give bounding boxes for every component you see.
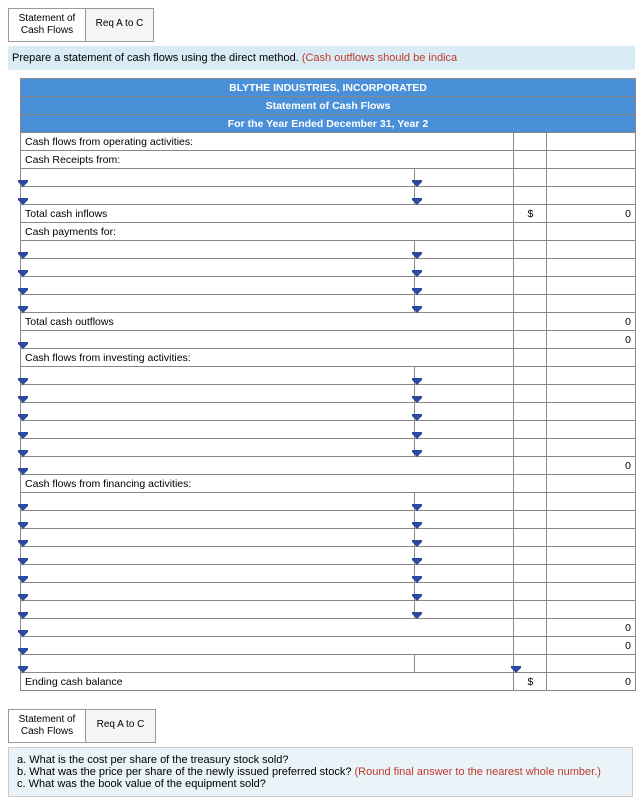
receipt-line-2[interactable] bbox=[21, 187, 415, 205]
invest-amt-2[interactable] bbox=[414, 385, 514, 403]
receipt-line-1[interactable] bbox=[21, 169, 415, 187]
ending-cash-label: Ending cash balance bbox=[21, 673, 514, 691]
payment-amt-4[interactable] bbox=[414, 295, 514, 313]
questions-box: a. What is the cost per share of the tre… bbox=[8, 747, 633, 797]
payment-amt-3[interactable] bbox=[414, 277, 514, 295]
receipt-amt-2[interactable] bbox=[414, 187, 514, 205]
invest-line-4[interactable] bbox=[21, 421, 415, 439]
fin-amt-2[interactable] bbox=[414, 511, 514, 529]
fin-line-5[interactable] bbox=[21, 565, 415, 583]
payment-line-4[interactable] bbox=[21, 295, 415, 313]
total-cash-outflows-label: Total cash outflows bbox=[21, 313, 514, 331]
period-header: For the Year Ended December 31, Year 2 bbox=[21, 115, 636, 133]
fin-amt-3[interactable] bbox=[414, 529, 514, 547]
dollar-sym-2: $ bbox=[514, 673, 547, 691]
dropdown-icon bbox=[18, 200, 28, 205]
fin-line-4[interactable] bbox=[21, 547, 415, 565]
fin-amt-5[interactable] bbox=[414, 565, 514, 583]
title-header: Statement of Cash Flows bbox=[21, 97, 636, 115]
invest-amt-3[interactable] bbox=[414, 403, 514, 421]
fin-amt-4[interactable] bbox=[414, 547, 514, 565]
question-a: a. What is the cost per share of the tre… bbox=[17, 754, 624, 766]
payment-line-2[interactable] bbox=[21, 259, 415, 277]
bottom-tabs: Statement of Cash Flows Req A to C bbox=[8, 709, 635, 743]
fin-line-3[interactable] bbox=[21, 529, 415, 547]
fin-amt-6[interactable] bbox=[414, 583, 514, 601]
invest-amt-5[interactable] bbox=[414, 439, 514, 457]
top-tabs: Statement of Cash Flows Req A to C bbox=[8, 8, 635, 42]
dropdown-icon bbox=[511, 668, 521, 673]
dropdown-icon bbox=[412, 200, 422, 205]
receipt-amt-1[interactable] bbox=[414, 169, 514, 187]
invest-amt-1[interactable] bbox=[414, 367, 514, 385]
cash-payments-label: Cash payments for: bbox=[21, 223, 514, 241]
payment-line-1[interactable] bbox=[21, 241, 415, 259]
invest-amt-4[interactable] bbox=[414, 421, 514, 439]
tab2-statement-of-cash-flows[interactable]: Statement of Cash Flows bbox=[8, 709, 86, 743]
cash-flows-table: BLYTHE INDUSTRIES, INCORPORATED Statemen… bbox=[20, 78, 636, 691]
net-change-line[interactable] bbox=[21, 637, 514, 655]
dropdown-icon bbox=[18, 308, 28, 313]
net-operating-line[interactable] bbox=[21, 331, 514, 349]
begin-cash-line[interactable] bbox=[21, 655, 415, 673]
total-inflows-value: 0 bbox=[547, 205, 636, 223]
operating-activities-label: Cash flows from operating activities: bbox=[21, 133, 514, 151]
dropdown-icon bbox=[18, 668, 28, 673]
fin-line-1[interactable] bbox=[21, 493, 415, 511]
instruction-bar: Prepare a statement of cash flows using … bbox=[8, 46, 635, 70]
total-outflows-value: 0 bbox=[547, 313, 636, 331]
net-investing-value: 0 bbox=[547, 457, 636, 475]
invest-line-1[interactable] bbox=[21, 367, 415, 385]
total-cash-inflows-label: Total cash inflows bbox=[21, 205, 514, 223]
payment-amt-1[interactable] bbox=[414, 241, 514, 259]
ending-cash-value: 0 bbox=[547, 673, 636, 691]
net-financing-value: 0 bbox=[547, 619, 636, 637]
company-header: BLYTHE INDUSTRIES, INCORPORATED bbox=[21, 79, 636, 97]
dropdown-icon bbox=[18, 344, 28, 349]
invest-line-5[interactable] bbox=[21, 439, 415, 457]
cash-receipts-label: Cash Receipts from: bbox=[21, 151, 514, 169]
investing-activities-label: Cash flows from investing activities: bbox=[21, 349, 514, 367]
net-change-value: 0 bbox=[547, 637, 636, 655]
dollar-sym: $ bbox=[514, 205, 547, 223]
net-investing-line[interactable] bbox=[21, 457, 514, 475]
tab-statement-of-cash-flows[interactable]: Statement of Cash Flows bbox=[8, 8, 86, 42]
payment-amt-2[interactable] bbox=[414, 259, 514, 277]
tab2-req-a-to-c[interactable]: Req A to C bbox=[86, 709, 156, 743]
fin-amt-1[interactable] bbox=[414, 493, 514, 511]
instruction-text: Prepare a statement of cash flows using … bbox=[12, 52, 302, 64]
dropdown-icon bbox=[412, 308, 422, 313]
fin-line-7[interactable] bbox=[21, 601, 415, 619]
dropdown-icon bbox=[18, 470, 28, 475]
net-operating-value: 0 bbox=[547, 331, 636, 349]
fin-line-2[interactable] bbox=[21, 511, 415, 529]
tab-req-a-to-c[interactable]: Req A to C bbox=[86, 8, 154, 42]
fin-line-6[interactable] bbox=[21, 583, 415, 601]
question-b: b. What was the price per share of the n… bbox=[17, 766, 624, 778]
payment-line-3[interactable] bbox=[21, 277, 415, 295]
financing-activities-label: Cash flows from financing activities: bbox=[21, 475, 514, 493]
invest-line-2[interactable] bbox=[21, 385, 415, 403]
fin-amt-7[interactable] bbox=[414, 601, 514, 619]
instruction-red: (Cash outflows should be indica bbox=[302, 52, 457, 64]
invest-line-3[interactable] bbox=[21, 403, 415, 421]
begin-cash-sym[interactable] bbox=[514, 655, 547, 673]
net-financing-line[interactable] bbox=[21, 619, 514, 637]
question-c: c. What was the book value of the equipm… bbox=[17, 778, 624, 790]
